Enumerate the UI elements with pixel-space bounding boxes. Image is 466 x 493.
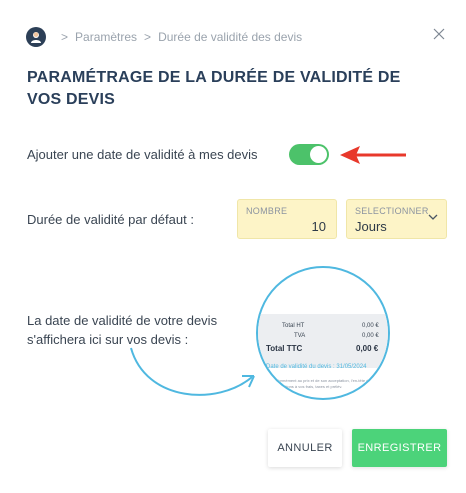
unit-select-value: Jours <box>355 219 387 234</box>
tva-value: 0,00 € <box>362 333 379 339</box>
preview-text-line1: La date de validité de votre devis <box>27 313 218 328</box>
tva-label: TVA <box>294 333 306 339</box>
save-button[interactable]: ENREGISTRER <box>352 429 447 467</box>
user-icon <box>31 32 41 43</box>
curved-arrow-icon <box>130 347 255 396</box>
footnote-line1: Conformément au prix et de son acceptati… <box>270 378 373 383</box>
validity-toggle-label: Ajouter une date de validité à mes devis <box>27 147 258 162</box>
total-ttc-label: Total TTC <box>266 344 303 353</box>
total-ht-label: Total HT <box>282 323 305 329</box>
toggle-knob <box>310 146 327 163</box>
unit-select-label: SELECTIONNER <box>355 206 429 216</box>
breadcrumb-item-current: Durée de validité des devis <box>158 30 303 44</box>
close-button[interactable] <box>430 25 448 43</box>
number-field-value[interactable]: 10 <box>312 219 326 234</box>
number-field[interactable]: NOMBRE 10 <box>237 199 337 239</box>
page-title: PARAMÉTRAGE DE LA DURÉE DE VALIDITÉ DE V… <box>27 69 401 108</box>
close-icon <box>433 28 445 40</box>
breadcrumb-separator: > <box>61 30 69 44</box>
avatar[interactable] <box>26 27 46 47</box>
validity-date-preview: Date de validité du devis : 31/05/2024 <box>266 364 367 370</box>
number-field-label: NOMBRE <box>246 206 288 216</box>
chevron-down-icon <box>428 214 438 220</box>
total-ht-value: 0,00 € <box>362 323 379 329</box>
validity-toggle[interactable] <box>289 144 329 165</box>
total-ttc-value: 0,00 € <box>356 344 379 353</box>
default-duration-label: Durée de validité par défaut : <box>27 212 194 227</box>
unit-select[interactable]: SELECTIONNER Jours <box>346 199 447 239</box>
quote-preview-lens: Total HT 0,00 € TVA 0,00 € Total TTC 0,0… <box>256 266 390 400</box>
breadcrumb-separator: > <box>144 30 152 44</box>
breadcrumb: > Paramètres > Durée de validité des dev… <box>26 27 302 47</box>
breadcrumb-item-parametres[interactable]: Paramètres <box>75 30 137 44</box>
arrow-pointer-icon <box>340 146 406 164</box>
footnote-line2: informations à vos frais, taxes et prélè… <box>272 384 343 389</box>
cancel-button[interactable]: ANNULER <box>268 429 342 467</box>
